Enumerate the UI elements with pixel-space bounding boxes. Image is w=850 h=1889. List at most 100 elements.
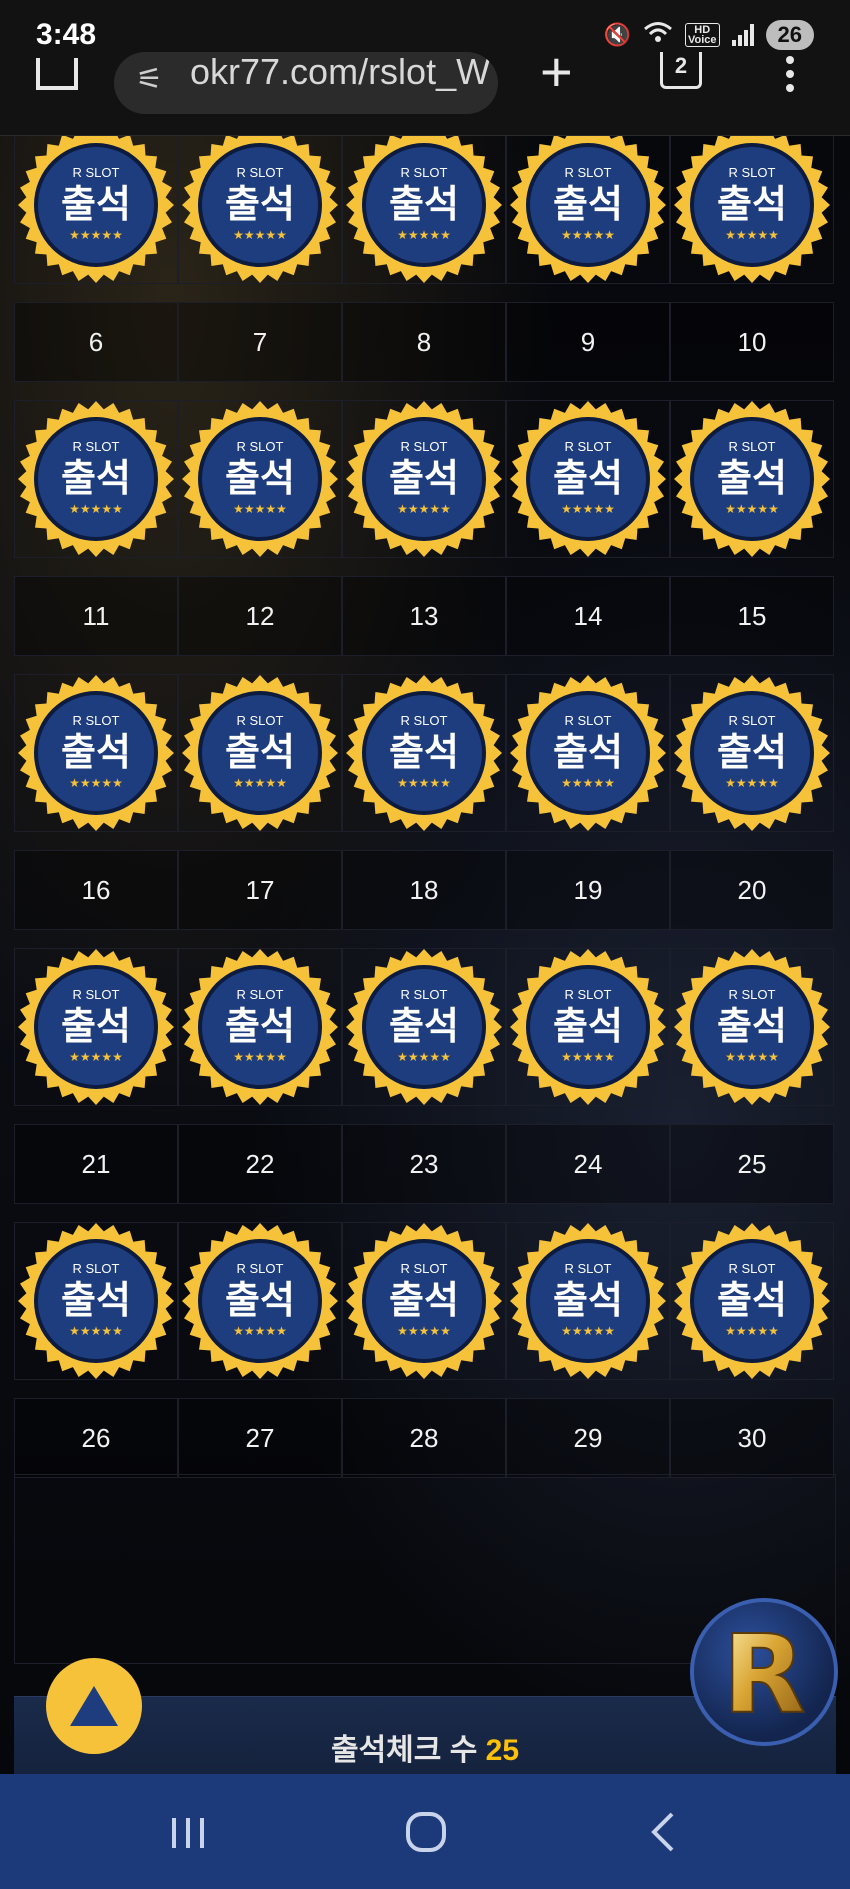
home-icon[interactable] [34, 58, 80, 92]
attendance-badge-cell: R SLOT 출석 ★★★★★ [342, 400, 506, 558]
badge-label: 출석 [225, 1278, 295, 1322]
attendance-badge-cell: R SLOT 출석 ★★★★★ [670, 674, 834, 832]
badge-label: 출석 [389, 1278, 459, 1322]
badge-brand: R SLOT [729, 439, 776, 454]
attendance-stamp-icon: R SLOT 출석 ★★★★★ [18, 401, 174, 557]
badge-brand: R SLOT [401, 439, 448, 454]
attendance-stamp-icon: R SLOT 출석 ★★★★★ [510, 1223, 666, 1379]
badge-label: 출석 [553, 1278, 623, 1322]
attendance-calendar: R SLOT 출석 ★★★★★ 6 R SLOT 출석 ★★★★★ 7 R SLOT 출석 ★★★★… [0, 136, 850, 1774]
badge-brand: R SLOT [565, 439, 612, 454]
calendar-day-number: 20 [670, 850, 834, 930]
badge-stars: ★★★★★ [233, 776, 287, 790]
calendar-day-number: 28 [342, 1398, 506, 1478]
attendance-badge-cell: R SLOT 출석 ★★★★★ [178, 136, 342, 284]
scroll-top-button[interactable] [46, 1658, 142, 1754]
badge-label: 출석 [61, 1278, 131, 1322]
attendance-stamp-icon: R SLOT 출석 ★★★★★ [346, 675, 502, 831]
badge-stars: ★★★★★ [397, 776, 451, 790]
badge-label: 출석 [225, 456, 295, 500]
badge-stars: ★★★★★ [397, 1324, 451, 1338]
badge-brand: R SLOT [729, 165, 776, 180]
badge-label: 출석 [389, 730, 459, 774]
badge-label: 출석 [717, 730, 787, 774]
calendar-day-number: 12 [178, 576, 342, 656]
attendance-badge-cell: R SLOT 출석 ★★★★★ [670, 136, 834, 284]
status-time: 3:48 [36, 18, 97, 51]
attendance-stamp-icon: R SLOT 출석 ★★★★★ [346, 401, 502, 557]
badge-stars: ★★★★★ [561, 1050, 615, 1064]
calendar-day-number: 24 [506, 1124, 670, 1204]
badge-stars: ★★★★★ [69, 1050, 123, 1064]
calendar-day-number: 15 [670, 576, 834, 656]
badge-brand: R SLOT [565, 713, 612, 728]
calendar-day-number: 6 [14, 302, 178, 382]
badge-label: 출석 [553, 1004, 623, 1048]
attendance-stamp-icon: R SLOT 출석 ★★★★★ [510, 949, 666, 1105]
attendance-badge-cell: R SLOT 출석 ★★★★★ [506, 948, 670, 1106]
badge-stars: ★★★★★ [725, 228, 779, 242]
badge-brand: R SLOT [729, 987, 776, 1002]
battery-indicator: 26 [765, 20, 814, 50]
attendance-stamp-icon: R SLOT 출석 ★★★★★ [674, 675, 830, 831]
badge-brand: R SLOT [237, 1261, 284, 1276]
mute-icon: 🔇 [603, 22, 631, 47]
badge-stars: ★★★★★ [233, 228, 287, 242]
rslot-logo[interactable]: R [690, 1598, 838, 1746]
new-tab-button[interactable]: + [540, 44, 573, 100]
site-info-icon[interactable]: ⚟ [136, 62, 163, 97]
attendance-count-value: 25 [485, 1734, 520, 1767]
tabs-count-button[interactable]: 2 [660, 52, 702, 89]
status-icons: 🔇 HD Voice 26 [604, 20, 814, 50]
attendance-badge-cell: R SLOT 출석 ★★★★★ [342, 948, 506, 1106]
badge-stars: ★★★★★ [69, 776, 123, 790]
calendar-day-number: 22 [178, 1124, 342, 1204]
calendar-day-number: 30 [670, 1398, 834, 1478]
attendance-badge-cell: R SLOT 출석 ★★★★★ [14, 400, 178, 558]
calendar-day-number: 13 [342, 576, 506, 656]
url-bar[interactable]: ⚟ okr77.com/rslot_W [114, 52, 498, 114]
more-options-icon[interactable] [784, 56, 796, 98]
attendance-badge-cell: R SLOT 출석 ★★★★★ [178, 674, 342, 832]
badge-label: 출석 [225, 182, 295, 226]
calendar-day-number: 25 [670, 1124, 834, 1204]
attendance-stamp-icon: R SLOT 출석 ★★★★★ [674, 1223, 830, 1379]
badge-label: 출석 [717, 1004, 787, 1048]
badge-label: 출석 [717, 1278, 787, 1322]
home-icon[interactable] [396, 1804, 456, 1860]
badge-stars: ★★★★★ [725, 776, 779, 790]
badge-brand: R SLOT [565, 1261, 612, 1276]
calendar-day-number: 27 [178, 1398, 342, 1478]
badge-brand: R SLOT [565, 165, 612, 180]
badge-brand: R SLOT [237, 439, 284, 454]
badge-stars: ★★★★★ [69, 228, 123, 242]
attendance-badge-cell: R SLOT 출석 ★★★★★ [178, 948, 342, 1106]
attendance-badge-cell: R SLOT 출석 ★★★★★ [670, 1222, 834, 1380]
badge-label: 출석 [61, 730, 131, 774]
badge-label: 출석 [553, 456, 623, 500]
badge-brand: R SLOT [73, 987, 120, 1002]
attendance-badge-cell: R SLOT 출석 ★★★★★ [342, 1222, 506, 1380]
calendar-day-number: 19 [506, 850, 670, 930]
badge-label: 출석 [61, 182, 131, 226]
attendance-badge-cell: R SLOT 출석 ★★★★★ [14, 674, 178, 832]
back-icon[interactable] [634, 1804, 694, 1860]
calendar-day-number: 17 [178, 850, 342, 930]
calendar-day-number: 11 [14, 576, 178, 656]
badge-label: 출석 [389, 1004, 459, 1048]
attendance-badge-cell: R SLOT 출석 ★★★★★ [14, 1222, 178, 1380]
badge-brand: R SLOT [401, 165, 448, 180]
badge-stars: ★★★★★ [397, 1050, 451, 1064]
attendance-stamp-icon: R SLOT 출석 ★★★★★ [674, 136, 830, 283]
attendance-stamp-icon: R SLOT 출석 ★★★★★ [510, 401, 666, 557]
badge-stars: ★★★★★ [561, 502, 615, 516]
attendance-stamp-icon: R SLOT 출석 ★★★★★ [18, 1223, 174, 1379]
attendance-stamp-icon: R SLOT 출석 ★★★★★ [182, 136, 338, 283]
badge-stars: ★★★★★ [725, 1324, 779, 1338]
recent-apps-icon[interactable] [158, 1804, 218, 1860]
attendance-stamp-icon: R SLOT 출석 ★★★★★ [346, 1223, 502, 1379]
signal-icon [731, 24, 754, 46]
attendance-stamp-icon: R SLOT 출석 ★★★★★ [18, 136, 174, 283]
calendar-day-number: 10 [670, 302, 834, 382]
hd-voice-icon: HD Voice [684, 23, 720, 47]
